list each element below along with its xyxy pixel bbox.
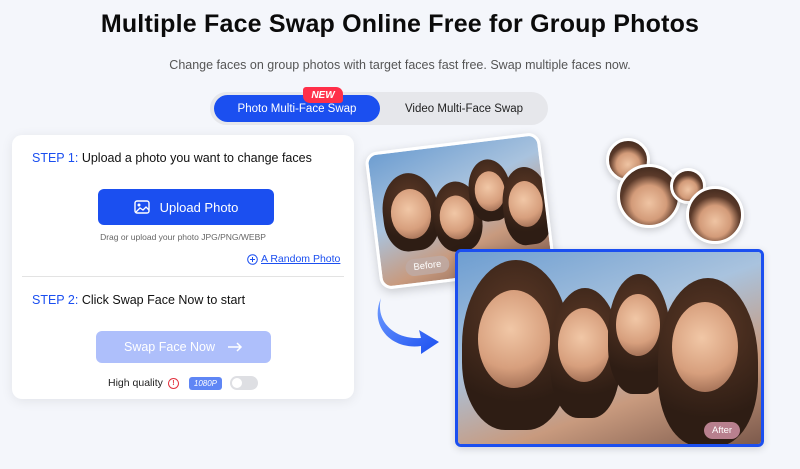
after-face-2 (558, 308, 610, 382)
upload-photo-label: Upload Photo (159, 199, 239, 215)
after-photo: After (455, 249, 764, 447)
plus-circle-icon (247, 253, 258, 265)
image-icon (133, 200, 150, 214)
after-face-4 (672, 302, 738, 392)
arrow-right-icon (228, 342, 243, 352)
target-face-avatar-2[interactable] (617, 164, 681, 228)
high-quality-row: High quality ! 1080P (108, 376, 259, 390)
after-face-3 (616, 294, 660, 356)
curved-arrow-icon (377, 298, 439, 354)
upload-hint: Drag or upload your photo JPG/PNG/WEBP (100, 232, 266, 242)
after-face-1 (478, 290, 550, 388)
tab-photo-multi-face-swap[interactable]: Photo Multi-Face Swap (214, 95, 380, 122)
mode-tabs: Photo Multi-Face Swap Video Multi-Face S… (210, 92, 548, 125)
target-face-avatar-4[interactable] (686, 186, 744, 244)
divider (22, 276, 344, 277)
page-title: Multiple Face Swap Online Free for Group… (100, 10, 700, 38)
info-icon[interactable]: ! (167, 377, 179, 389)
step-2-number: STEP 2: (32, 293, 79, 307)
step-1-number: STEP 1: (32, 151, 79, 165)
high-quality-toggle[interactable] (230, 376, 259, 390)
step-2-heading: STEP 2: Click Swap Face Now to start (32, 293, 245, 307)
resolution-badge: 1080P (188, 376, 223, 390)
random-photo-link[interactable]: A Random Photo (247, 253, 340, 265)
step-1-text: Upload a photo you want to change faces (81, 151, 312, 165)
random-photo-label: A Random Photo (261, 253, 341, 265)
step-1-heading: STEP 1: Upload a photo you want to chang… (32, 151, 312, 165)
after-label: After (704, 422, 741, 439)
tab-video-multi-face-swap[interactable]: Video Multi-Face Swap (384, 95, 544, 122)
high-quality-label: High quality (108, 377, 163, 389)
step-2-text: Click Swap Face Now to start (81, 293, 246, 307)
swap-panel: STEP 1: Upload a photo you want to chang… (12, 135, 354, 399)
upload-photo-button[interactable]: Upload Photo (98, 189, 274, 225)
new-badge: NEW (303, 87, 343, 103)
swap-face-now-label: Swap Face Now (123, 340, 215, 354)
page-subtitle: Change faces on group photos with target… (169, 58, 631, 72)
swap-face-now-button[interactable]: Swap Face Now (96, 331, 271, 363)
